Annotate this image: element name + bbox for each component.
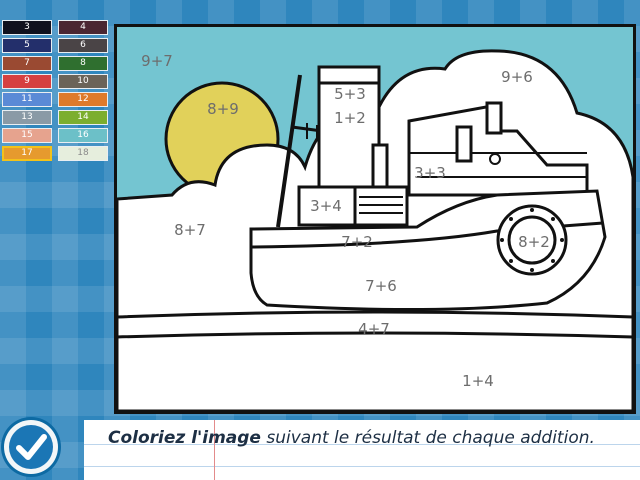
region-number-chimney-mid: 1+2 [334, 109, 366, 127]
region-number-cabin-window: 3+3 [414, 164, 446, 182]
region-number-box: 3+4 [310, 197, 342, 215]
coloring-canvas[interactable]: 9+7 9+6 8+9 5+3 1+2 3+3 3+4 8+7 7+2 8+2 … [114, 24, 636, 414]
palette-swatch-14[interactable]: 14 [58, 110, 108, 125]
validate-button-face [9, 425, 53, 469]
palette-swatch-11[interactable]: 11 [2, 92, 52, 107]
check-icon [16, 434, 47, 460]
palette-swatch-17[interactable]: 17 [2, 146, 52, 161]
palette-swatch-18[interactable]: 18 [58, 146, 108, 161]
palette-swatch-12[interactable]: 12 [58, 92, 108, 107]
palette-swatch-7[interactable]: 7 [2, 56, 52, 71]
boat-drawing[interactable] [117, 27, 633, 411]
region-number-ground: 1+4 [462, 372, 494, 390]
palette-swatch-8[interactable]: 8 [58, 56, 108, 71]
region-number-sky-right: 9+6 [501, 68, 533, 86]
palette-swatch-6[interactable]: 6 [58, 38, 108, 53]
region-number-porthole: 8+2 [518, 233, 550, 251]
instruction-text: Coloriez l'image suivant le résultat de … [108, 426, 626, 451]
region-number-hull-lower: 7+6 [365, 277, 397, 295]
region-number-hull-band: 7+2 [341, 233, 373, 251]
palette-swatch-10[interactable]: 10 [58, 74, 108, 89]
palette-swatch-5[interactable]: 5 [2, 38, 52, 53]
instruction-bold: Coloriez l'image [108, 428, 261, 448]
palette-swatch-15[interactable]: 15 [2, 128, 52, 143]
palette-swatch-9[interactable]: 9 [2, 74, 52, 89]
palette-swatch-13[interactable]: 13 [2, 110, 52, 125]
validate-button[interactable] [4, 420, 58, 474]
instruction-panel: Coloriez l'image suivant le résultat de … [84, 420, 640, 480]
instruction-rest: suivant le résultat de chaque addition. [260, 428, 595, 448]
region-number-sky-top-left: 9+7 [141, 52, 173, 70]
region-number-chimney-top: 5+3 [334, 85, 366, 103]
region-number-cloud-left: 8+7 [174, 221, 206, 239]
palette-swatch-16[interactable]: 16 [58, 128, 108, 143]
region-number-water: 4+7 [358, 320, 390, 338]
palette-swatch-3[interactable]: 3 [2, 20, 52, 35]
palette-swatch-4[interactable]: 4 [58, 20, 108, 35]
region-number-sun: 8+9 [207, 100, 239, 118]
